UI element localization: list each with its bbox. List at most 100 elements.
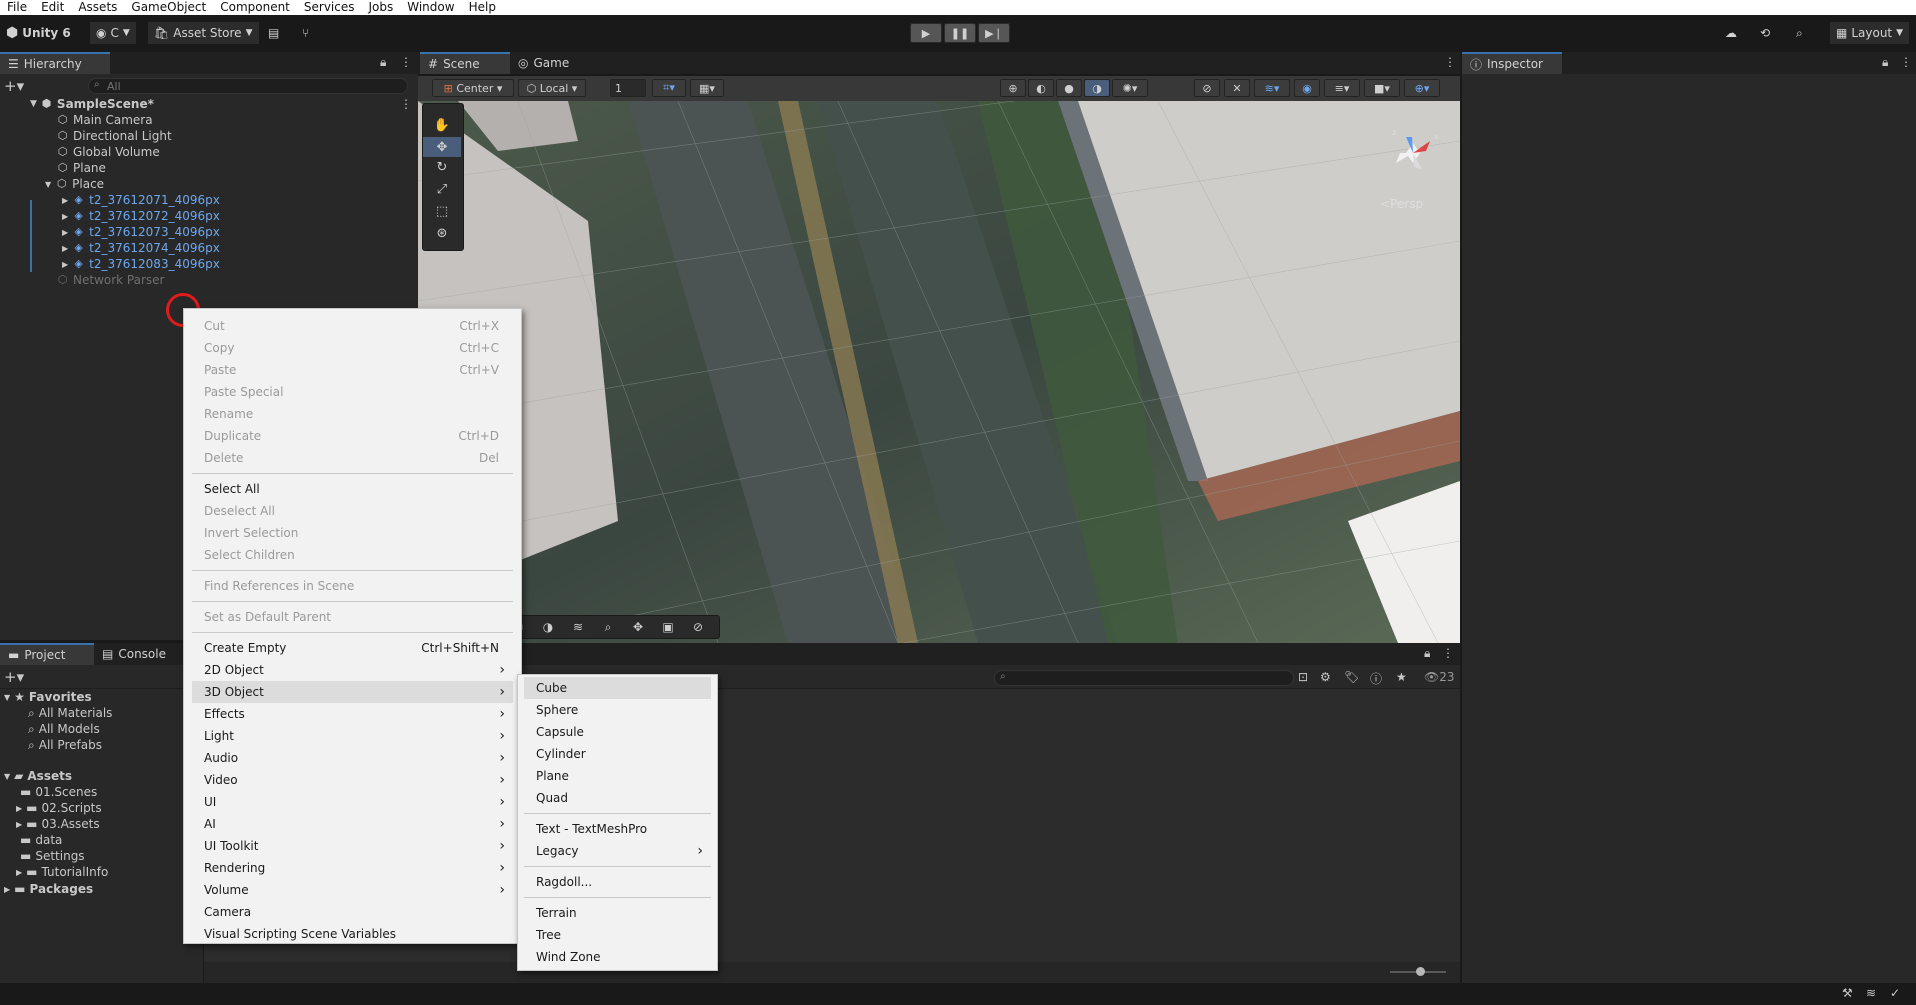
overlay-sphere-icon[interactable]: ◑ [533, 620, 563, 634]
project-tree-item[interactable]: ⌕ All Prefabs [28, 737, 102, 753]
submenu-item-text-textmeshpro[interactable]: Text - TextMeshPro [524, 818, 711, 840]
layers-status-icon[interactable]: ≋ [1866, 986, 1876, 1000]
hidden-count[interactable]: 👁︎23 [1424, 670, 1455, 684]
menu-services[interactable]: Services [297, 0, 362, 15]
menu-help[interactable]: Help [462, 0, 503, 15]
expand-arrow-icon[interactable]: ▶ [16, 868, 22, 877]
check-icon[interactable]: ✓ [1890, 986, 1900, 1000]
filter-type-icon[interactable]: ⚙ [1320, 670, 1331, 684]
overlay-compass-icon[interactable]: ⊘ [683, 620, 713, 634]
rect-tool-button[interactable]: ⬚ [423, 201, 461, 221]
asset-store-dropdown[interactable]: 🛍︎ Asset Store ▼ [148, 22, 259, 44]
hierarchy-item[interactable]: ⬡ Main Camera [56, 112, 153, 128]
persp-label[interactable]: <Persp [1380, 197, 1423, 211]
debug-icon[interactable]: ⚒ [1842, 986, 1853, 1000]
pause-button[interactable]: ❚❚ [944, 23, 976, 43]
expand-arrow-icon[interactable]: ▶ [62, 196, 68, 205]
hierarchy-item[interactable]: ⬡ Directional Light [56, 128, 172, 144]
layers-dropdown[interactable]: ≡▾ [1324, 79, 1360, 97]
scale-tool-button[interactable]: ⤢ [423, 179, 461, 199]
submenu-item-quad[interactable]: Quad [524, 787, 711, 809]
account-dropdown[interactable]: ◉ C ▼ [90, 22, 136, 44]
menu-item-ai[interactable]: AI › [192, 813, 513, 835]
menu-file[interactable]: File [0, 0, 34, 15]
tab-hierarchy[interactable]: ☰ Hierarchy [0, 52, 110, 74]
step-button[interactable]: ▶❘ [978, 23, 1010, 43]
scene-kebab-icon[interactable]: ⋮ [400, 97, 412, 111]
lock-icon[interactable]: 🔒︎ [380, 55, 386, 70]
menu-item-set-as-default-parent[interactable]: Set as Default Parent [192, 606, 513, 628]
kebab-menu-icon[interactable]: ⋮ [1442, 646, 1454, 660]
grid-snap-input[interactable]: 1 [610, 79, 646, 97]
hierarchy-item[interactable]: ▶ ◈ t2_37612071_4096px [62, 192, 220, 208]
menu-item-duplicate[interactable]: Duplicate Ctrl+D [192, 425, 513, 447]
overlay-move-icon[interactable]: ✥ [623, 620, 653, 634]
menu-item-effects[interactable]: Effects › [192, 703, 513, 725]
expand-arrow-icon[interactable]: ▶ [4, 885, 10, 894]
layout-dropdown[interactable]: ▦ Layout ▼ [1830, 22, 1910, 44]
menu-edit[interactable]: Edit [34, 0, 71, 15]
submenu-item-tree[interactable]: Tree [524, 924, 711, 946]
menu-assets[interactable]: Assets [71, 0, 124, 15]
expand-arrow-icon[interactable]: ▶ [62, 212, 68, 221]
star-icon[interactable]: ★ [1396, 670, 1407, 684]
scene-viewport[interactable]: ✋ ✥ ↻ ⤢ ⬚ ⊛ z x <Persp ⬡ ◑ ≋ ⌕ ✥ ▣ ⊘ [418, 101, 1460, 643]
lock-icon[interactable]: 🔒︎ [1424, 646, 1430, 661]
menu-item-paste[interactable]: Paste Ctrl+V [192, 359, 513, 381]
menu-item-rename[interactable]: Rename [192, 403, 513, 425]
kebab-menu-icon[interactable]: ⋮ [1444, 55, 1456, 69]
hierarchy-item[interactable]: ⬡ Plane [56, 160, 106, 176]
fx-dropdown[interactable]: ≋▾ [1254, 79, 1290, 97]
menu-item-create-empty[interactable]: Create Empty Ctrl+Shift+N [192, 637, 513, 659]
menu-item-paste-special[interactable]: Paste Special [192, 381, 513, 403]
submenu-item-wind-zone[interactable]: Wind Zone [524, 946, 711, 968]
hierarchy-item[interactable]: ▼ ⬡ Place [45, 176, 104, 192]
expand-arrow-icon[interactable]: ▼ [45, 180, 51, 189]
menu-item-select-all[interactable]: Select All [192, 478, 513, 500]
menu-item-invert-selection[interactable]: Invert Selection [192, 522, 513, 544]
hierarchy-item[interactable]: ▶ ◈ t2_37612073_4096px [62, 224, 220, 240]
add-icon[interactable]: +▾ [4, 668, 24, 686]
expand-arrow-icon[interactable]: ▶ [16, 820, 22, 829]
menu-gameobject[interactable]: GameObject [124, 0, 213, 15]
hierarchy-item[interactable]: ⬡ Network Parser [56, 272, 165, 288]
scene-row[interactable]: ▼ ⬢ SampleScene* [30, 96, 154, 112]
menu-item-3d-object[interactable]: 3D Object › [192, 681, 513, 703]
menu-window[interactable]: Window [400, 0, 461, 15]
project-tree-item[interactable]: ⌕ All Materials [28, 705, 112, 721]
submenu-item-legacy[interactable]: Legacy › [524, 840, 711, 862]
render-mode-button[interactable]: ⊕ [1000, 79, 1026, 97]
project-tree-item[interactable]: ▼ ★ Favorites [4, 689, 92, 705]
pivot-dropdown[interactable]: ⊞ Center ▾ [432, 79, 514, 97]
orientation-gizmo[interactable]: z x [1378, 123, 1448, 183]
tab-inspector[interactable]: ⓘ Inspector [1462, 52, 1562, 74]
submenu-item-cube[interactable]: Cube [524, 677, 711, 699]
hand-tool-button[interactable]: ✋ [423, 115, 461, 135]
lit-button[interactable]: ◑ [1084, 79, 1110, 97]
shaded-wire-button[interactable]: ◐ [1028, 79, 1054, 97]
effects-dropdown[interactable]: ✺▾ [1112, 79, 1148, 97]
tab-game[interactable]: ◎ Game [510, 52, 600, 74]
project-tree-item[interactable]: ▶ ▬ 02.Scripts [16, 800, 102, 816]
hierarchy-search-input[interactable] [88, 78, 408, 94]
menu-item-audio[interactable]: Audio › [192, 747, 513, 769]
menu-jobs[interactable]: Jobs [362, 0, 401, 15]
menu-item-ui-toolkit[interactable]: UI Toolkit › [192, 835, 513, 857]
hierarchy-item[interactable]: ▶ ◈ t2_37612072_4096px [62, 208, 220, 224]
expand-arrow-icon[interactable]: ▶ [62, 228, 68, 237]
shaded-button[interactable]: ● [1056, 79, 1082, 97]
menu-item-light[interactable]: Light › [192, 725, 513, 747]
project-tree-item[interactable]: ⌕ All Models [28, 721, 100, 737]
overlay-layers-icon[interactable]: ≋ [563, 620, 593, 634]
add-icon[interactable]: +▾ [4, 77, 24, 95]
menu-item-ui[interactable]: UI › [192, 791, 513, 813]
menu-item-find-references-in-scene[interactable]: Find References in Scene [192, 575, 513, 597]
menu-item-delete[interactable]: Delete Del [192, 447, 513, 469]
expand-arrow-icon[interactable]: ▶ [62, 244, 68, 253]
move-tool-button[interactable]: ✥ [423, 137, 461, 157]
label-icon[interactable]: 🏷︎ [1344, 670, 1359, 684]
expand-arrow-icon[interactable]: ▼ [4, 693, 10, 702]
menu-item-cut[interactable]: Cut Ctrl+X [192, 315, 513, 337]
kebab-menu-icon[interactable]: ⋮ [400, 55, 412, 69]
kebab-menu-icon[interactable]: ⋮ [1900, 55, 1912, 69]
